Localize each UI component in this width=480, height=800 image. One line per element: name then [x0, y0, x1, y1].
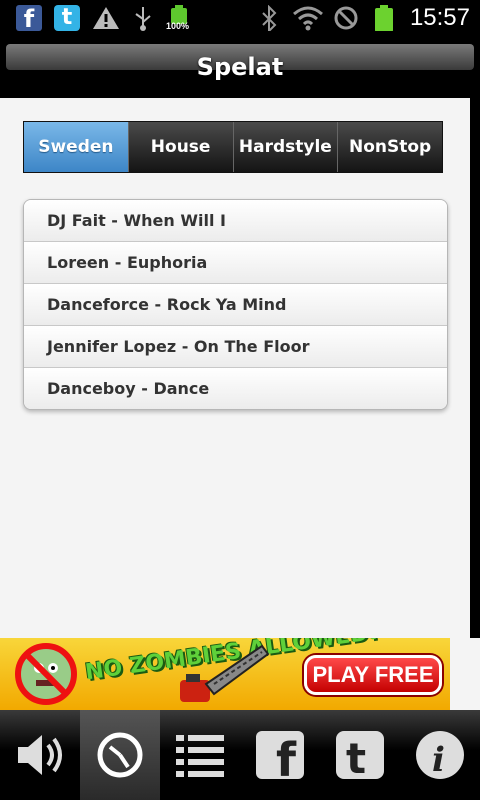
played-songs-list: DJ Fait - When Will I Loreen - Euphoria …	[23, 199, 448, 410]
svg-text:i: i	[432, 740, 445, 780]
nav-facebook[interactable]: f	[240, 710, 320, 800]
content-area: Sweden House Hardstyle NonStop DJ Fait -…	[0, 98, 470, 638]
play-free-button[interactable]: PLAY FREE	[304, 655, 442, 695]
chainsaw-icon	[180, 644, 270, 702]
twitter-notification-icon: t	[54, 5, 80, 31]
right-edge-strip	[470, 98, 480, 638]
status-clock: 15:57	[409, 4, 470, 31]
list-item[interactable]: Danceboy - Dance	[24, 368, 447, 409]
list-icon	[176, 735, 224, 777]
no-signal-icon	[334, 6, 358, 30]
facebook-notification-icon: f	[16, 5, 42, 33]
battery-percent: 100%	[166, 21, 190, 31]
list-item[interactable]: Loreen - Euphoria	[24, 242, 447, 284]
facebook-icon: f	[256, 731, 304, 783]
nav-twitter[interactable]: t	[320, 710, 400, 800]
list-item[interactable]: DJ Fait - When Will I	[24, 200, 447, 242]
tab-hardstyle[interactable]: Hardstyle	[233, 122, 339, 172]
tab-sweden[interactable]: Sweden	[24, 122, 129, 172]
nav-info[interactable]: i	[400, 710, 480, 800]
list-item[interactable]: Danceforce - Rock Ya Mind	[24, 284, 447, 326]
info-icon: i	[416, 731, 464, 780]
banner-edge	[450, 638, 480, 710]
warning-icon	[93, 7, 119, 29]
speaker-icon	[18, 735, 62, 775]
wifi-icon	[293, 6, 323, 31]
title-bar: Spelat	[0, 38, 480, 98]
clock-icon	[97, 732, 143, 778]
tab-nonstop[interactable]: NonStop	[338, 122, 442, 172]
nav-clock[interactable]	[80, 710, 160, 800]
status-bar: f t 100% 15:57	[0, 0, 480, 38]
nav-list[interactable]	[160, 710, 240, 800]
twitter-icon: t	[336, 731, 384, 783]
bottom-nav: f t i	[0, 710, 480, 800]
usb-icon	[135, 7, 151, 31]
svg-text:t: t	[346, 734, 366, 783]
svg-text:f: f	[276, 733, 297, 783]
battery-full-icon	[375, 5, 393, 31]
tab-house[interactable]: House	[128, 122, 234, 172]
ad-banner[interactable]: NO ZOMBIES ALLOWED! PLAY FREE	[0, 638, 450, 710]
no-zombie-icon	[15, 643, 77, 705]
page-title: Spelat	[196, 53, 284, 81]
nav-speaker[interactable]	[0, 710, 80, 800]
bluetooth-icon	[262, 5, 277, 31]
segmented-tabs: Sweden House Hardstyle NonStop	[23, 121, 443, 173]
list-item[interactable]: Jennifer Lopez - On The Floor	[24, 326, 447, 368]
